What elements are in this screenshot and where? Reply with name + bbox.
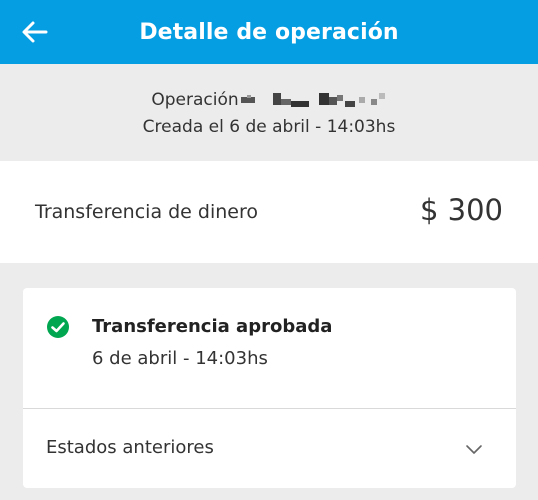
status-title: Transferencia aprobada: [92, 316, 333, 337]
back-button[interactable]: [20, 18, 50, 46]
check-circle-icon: [47, 316, 69, 338]
page-title: Detalle de operación: [139, 19, 399, 45]
transaction-amount: $ 300: [419, 193, 503, 227]
previous-states-label: Estados anteriores: [46, 437, 214, 458]
operation-header: Operación Creada el 6 de abril - 14:03hs: [0, 64, 538, 161]
status-card: Transferencia aprobada 6 de abril - 14:0…: [23, 288, 516, 488]
transaction-type-label: Transferencia de dinero: [35, 201, 258, 223]
operation-id-label: Operación: [151, 90, 239, 110]
chevron-down-icon: [466, 445, 482, 454]
operation-id-line: Operación: [0, 90, 538, 110]
status-date: 6 de abril - 14:03hs: [92, 348, 268, 369]
transaction-summary: Transferencia de dinero $ 300: [0, 161, 538, 263]
arrow-left-icon: [22, 21, 48, 43]
app-bar: Detalle de operación: [0, 0, 538, 64]
previous-states-toggle[interactable]: Estados anteriores: [23, 409, 516, 488]
operation-created-date: Creada el 6 de abril - 14:03hs: [142, 117, 396, 137]
operation-id-redacted: [240, 91, 387, 109]
